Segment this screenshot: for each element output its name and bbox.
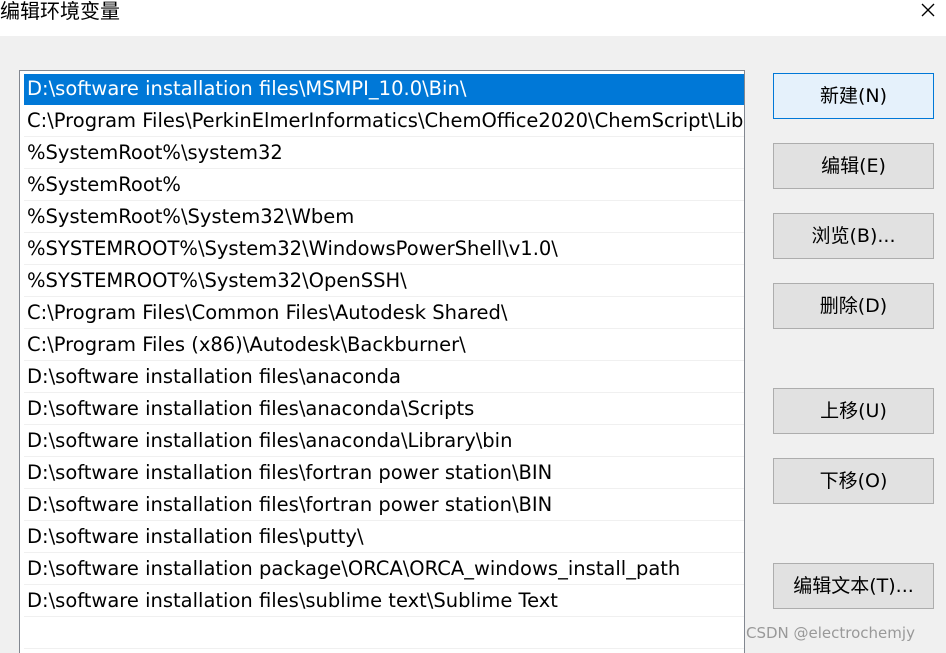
browse-button[interactable]: 浏览(B)...	[773, 213, 934, 259]
path-list-item[interactable]: %SYSTEMROOT%\System32\OpenSSH\	[24, 266, 744, 297]
path-list-item[interactable]: D:\software installation files\anaconda	[24, 362, 744, 393]
move-down-button[interactable]: 下移(O)	[773, 458, 934, 504]
path-list-item[interactable]: D:\software installation files\fortran p…	[24, 458, 744, 489]
path-list-item[interactable]: %SystemRoot%	[24, 170, 744, 201]
path-list-item[interactable]: D:\software installation files\anaconda\…	[24, 426, 744, 457]
path-list-item[interactable]: D:\software installation files\anaconda\…	[24, 394, 744, 425]
path-list-item[interactable]: D:\software installation files\MSMPI_10.…	[24, 74, 744, 105]
path-list-empty-row[interactable]	[24, 618, 744, 649]
path-list-item[interactable]: C:\Program Files\Common Files\Autodesk S…	[24, 298, 744, 329]
path-list-item[interactable]: %SYSTEMROOT%\System32\WindowsPowerShell\…	[24, 234, 744, 265]
close-icon	[921, 3, 935, 17]
new-button[interactable]: 新建(N)	[773, 73, 934, 119]
path-list-item[interactable]: %SystemRoot%\System32\Wbem	[24, 202, 744, 233]
path-list-item[interactable]: D:\software installation files\fortran p…	[24, 490, 744, 521]
edit-text-button[interactable]: 编辑文本(T)...	[773, 563, 934, 609]
edit-button[interactable]: 编辑(E)	[773, 143, 934, 189]
path-list[interactable]: D:\software installation files\MSMPI_10.…	[19, 70, 745, 653]
title-bar: 编辑环境变量	[0, 0, 946, 36]
edit-environment-variable-dialog: 编辑环境变量 D:\software installation files\MS…	[0, 0, 946, 653]
window-title: 编辑环境变量	[0, 0, 120, 23]
close-button[interactable]	[910, 0, 946, 28]
path-list-item[interactable]: D:\software installation package\ORCA\OR…	[24, 554, 744, 585]
path-list-item[interactable]: D:\software installation files\putty\	[24, 522, 744, 553]
watermark: CSDN @electrochemjy	[746, 624, 915, 642]
path-list-item[interactable]: C:\Program Files\PerkinElmerInformatics\…	[24, 106, 744, 137]
move-up-button[interactable]: 上移(U)	[773, 388, 934, 434]
path-list-item[interactable]: %SystemRoot%\system32	[24, 138, 744, 169]
path-list-item[interactable]: D:\software installation files\sublime t…	[24, 586, 744, 617]
path-list-item[interactable]: C:\Program Files (x86)\Autodesk\Backburn…	[24, 330, 744, 361]
delete-button[interactable]: 删除(D)	[773, 283, 934, 329]
